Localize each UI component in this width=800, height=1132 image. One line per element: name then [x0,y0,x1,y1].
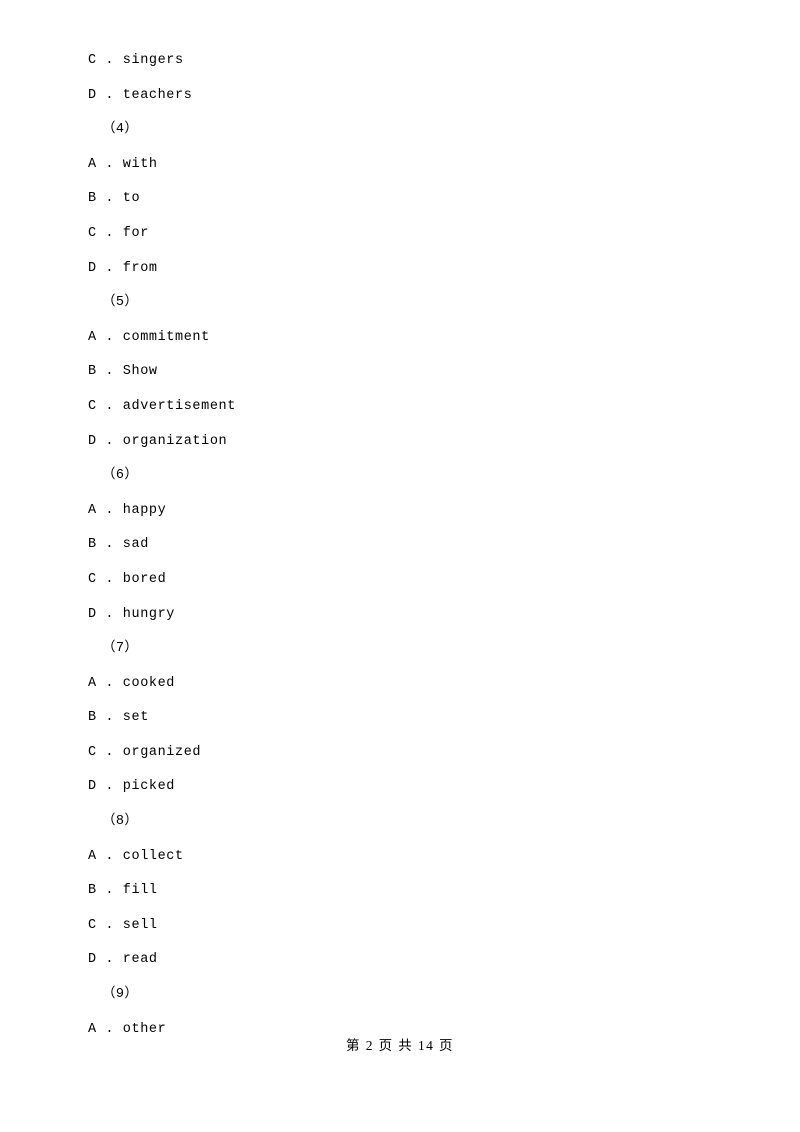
answer-option: D . read [88,952,158,968]
answer-option: B . sad [88,537,149,553]
answer-option: D . from [88,260,158,276]
answer-option: C . for [88,225,149,241]
answer-option: C . bored [88,571,167,587]
answer-option: C . organized [88,744,202,760]
answer-option: C . sell [88,917,158,933]
document-page: C . singers D . teachers （4） A . with B . to… [0,0,800,1132]
question-group-label: （4） [102,122,139,138]
answer-option: D . picked [88,779,176,795]
answer-option: B . to [88,191,141,207]
answer-option: D . teachers [88,87,193,103]
answer-option: C . advertisement [88,398,236,414]
answer-option: A . collect [88,848,184,864]
answer-option: D . hungry [88,606,176,622]
question-group-label: （8） [102,814,139,830]
answer-option: B . set [88,710,149,726]
question-group-label: （9） [102,987,139,1003]
answer-option: A . commitment [88,329,210,345]
answer-option: A . happy [88,502,167,518]
answer-option: C . singers [88,53,184,68]
question-group-label: （5） [102,295,139,311]
question-group-label: （6） [102,468,139,484]
answer-option: B . fill [88,883,158,899]
answer-option: A . cooked [88,675,176,691]
answer-option: D . organization [88,433,228,449]
page-footer: 第 2 页 共 14 页 [346,1038,454,1053]
answer-option: A . with [88,156,158,172]
question-group-label: （7） [102,641,139,657]
question-option-list: C . singers D . teachers （4） A . with B . to… [88,44,708,1047]
answer-option: B . Show [88,364,158,380]
